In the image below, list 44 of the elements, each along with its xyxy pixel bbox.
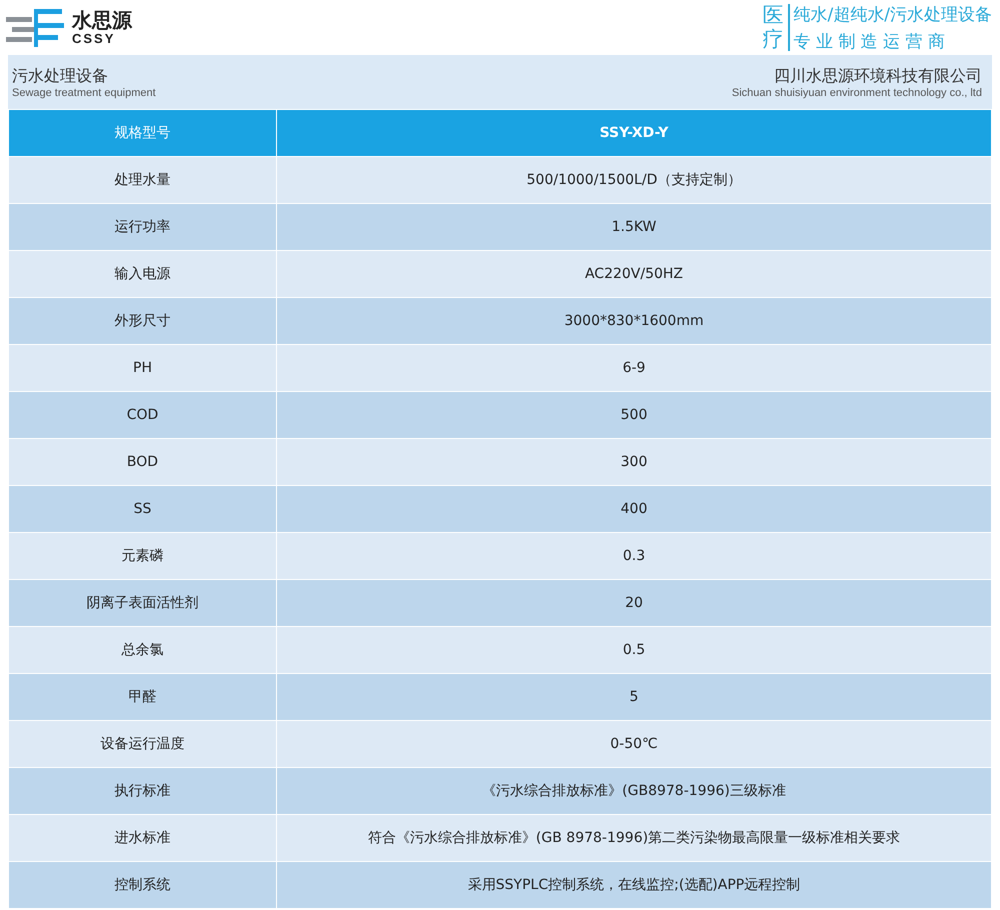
table-cell: 300 bbox=[276, 438, 992, 486]
table-cell: 6-9 bbox=[276, 344, 992, 392]
table-cell: 输入电源 bbox=[8, 250, 276, 298]
table-cell: 执行标准 bbox=[8, 768, 276, 814]
table-cell: 甲醛 bbox=[8, 674, 276, 720]
table-cell: PH bbox=[8, 344, 276, 392]
table-cell: 5 bbox=[276, 674, 992, 720]
table-cell: 500 bbox=[276, 392, 992, 438]
brand-latin-name: CSSY bbox=[72, 32, 116, 45]
slogan-line: 专 业 制 造 运 营 商 bbox=[794, 30, 946, 52]
table-cell: 采用SSYPLC控制系统，在线监控;(选配)APP远程控制 bbox=[276, 862, 992, 908]
table-cell: 符合《污水综合排放标准》(GB 8978-1996)第二类污染物最高限量一级标准相关要求 bbox=[276, 814, 992, 862]
table-cell: 0-50℃ bbox=[276, 720, 992, 768]
table-cell: 0.3 bbox=[276, 532, 992, 580]
table-cell: 3000*830*1600mm bbox=[276, 298, 992, 344]
table-cell: BOD bbox=[8, 438, 276, 486]
table-cell: 进水标准 bbox=[8, 814, 276, 862]
table-cell: AC220V/50HZ bbox=[276, 250, 992, 298]
table-cell: 设备运行温度 bbox=[8, 720, 276, 768]
table-cell: 处理水量 bbox=[8, 156, 276, 204]
column-header: SSY-XD-Y bbox=[276, 110, 992, 156]
slogan-badge: 医疗 bbox=[762, 4, 790, 51]
table-cell: 运行功率 bbox=[8, 204, 276, 250]
company-english-name: Sichuan shuisiyuan environment technology co., ltd bbox=[732, 86, 982, 98]
table-cell: 500/1000/1500L/D（支持定制） bbox=[276, 156, 992, 204]
logo-icon bbox=[6, 6, 66, 48]
table-cell: 控制系统 bbox=[8, 862, 276, 908]
column-header: 规格型号 bbox=[8, 110, 276, 156]
table-cell: COD bbox=[8, 392, 276, 438]
company-name: 四川水思源环境科技有限公司 bbox=[774, 66, 982, 86]
table-cell: 20 bbox=[276, 580, 992, 626]
slogan-line: 纯水/超纯水/污水处理设备 bbox=[794, 4, 992, 26]
table-cell: 总余氯 bbox=[8, 626, 276, 674]
table-cell: 0.5 bbox=[276, 626, 992, 674]
table-cell: 《污水综合排放标准》(GB8978-1996)三级标准 bbox=[276, 768, 992, 814]
product-title: 污水处理设备 bbox=[12, 66, 109, 86]
table-cell: SS bbox=[8, 486, 276, 532]
table-cell: 1.5KW bbox=[276, 204, 992, 250]
brand-name: 水思源 bbox=[72, 10, 132, 30]
table-cell: 元素磷 bbox=[8, 532, 276, 580]
table-cell: 400 bbox=[276, 486, 992, 532]
table-cell: 外形尺寸 bbox=[8, 298, 276, 344]
table-cell: 阴离子表面活性剂 bbox=[8, 580, 276, 626]
product-subtitle: Sewage treatment equipment bbox=[12, 86, 156, 98]
